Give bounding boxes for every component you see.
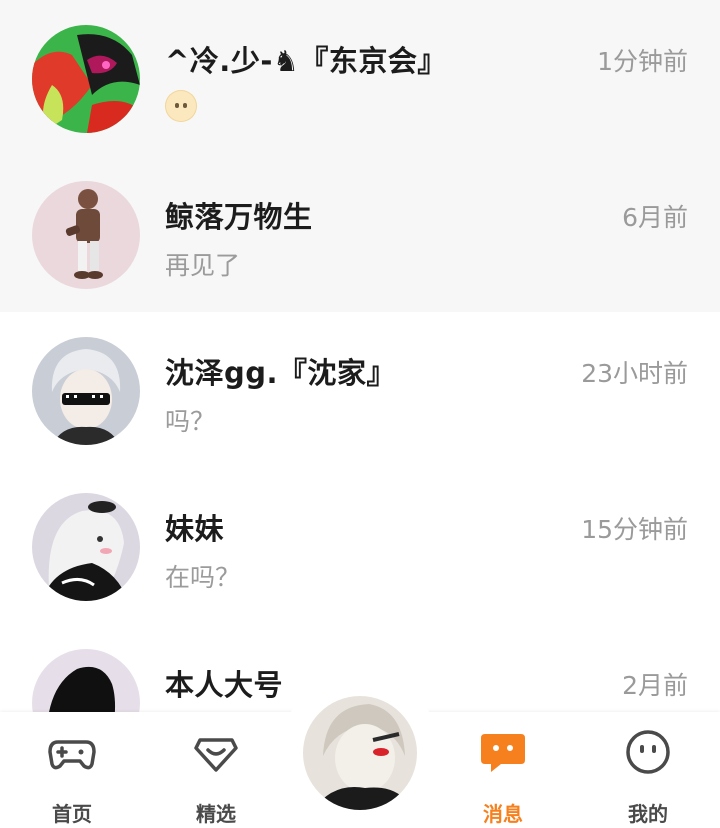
- center-avatar-button[interactable]: [303, 696, 417, 810]
- gamepad-icon: [48, 740, 96, 770]
- tab-featured[interactable]: 精选: [161, 728, 271, 826]
- contact-name: 本人大号: [165, 668, 284, 702]
- tab-messages[interactable]: 消息: [448, 728, 558, 826]
- contact-name: 鲸落万物生: [165, 200, 313, 234]
- conversation-row[interactable]: 沈泽gg.『沈家』 吗？ 23小时前: [0, 312, 720, 468]
- face-icon: [626, 730, 670, 774]
- avatar[interactable]: [32, 337, 140, 445]
- conversation-list: ^冷.少-♞『东京会』 1分钟前 鲸落万物生 再见了 6月前 沈泽gg.『沈家』…: [0, 0, 720, 780]
- message-time: 23小时前: [581, 359, 688, 388]
- message-time: 6月前: [622, 203, 688, 232]
- tab-label: 精选: [196, 802, 236, 826]
- message-preview: 再见了: [165, 251, 241, 280]
- tab-label: 首页: [52, 802, 92, 826]
- conversation-row[interactable]: 鲸落万物生 再见了 6月前: [0, 156, 720, 312]
- contact-name: ^冷.少-♞『东京会』: [165, 44, 447, 78]
- heart-gem-icon: [194, 738, 238, 772]
- avatar[interactable]: [32, 493, 140, 601]
- contact-name: 妹妹: [165, 512, 225, 546]
- tab-label: 我的: [628, 802, 668, 826]
- conversation-row[interactable]: 妹妹 在吗？ 15分钟前: [0, 468, 720, 624]
- message-time: 2月前: [622, 671, 688, 700]
- neutral-face-emoji: [165, 90, 197, 122]
- message-preview: 在吗？: [165, 563, 241, 592]
- message-time: 1分钟前: [597, 47, 688, 76]
- message-preview: 吗？: [165, 407, 216, 436]
- tab-home[interactable]: 首页: [17, 728, 127, 826]
- tab-mine[interactable]: 我的: [593, 728, 703, 826]
- chat-bubble-icon: [481, 734, 525, 772]
- tab-label: 消息: [483, 802, 523, 826]
- conversation-row[interactable]: ^冷.少-♞『东京会』 1分钟前: [0, 0, 720, 156]
- avatar[interactable]: [32, 25, 140, 133]
- message-time: 15分钟前: [581, 515, 688, 544]
- avatar[interactable]: [32, 181, 140, 289]
- contact-name: 沈泽gg.『沈家』: [165, 356, 397, 390]
